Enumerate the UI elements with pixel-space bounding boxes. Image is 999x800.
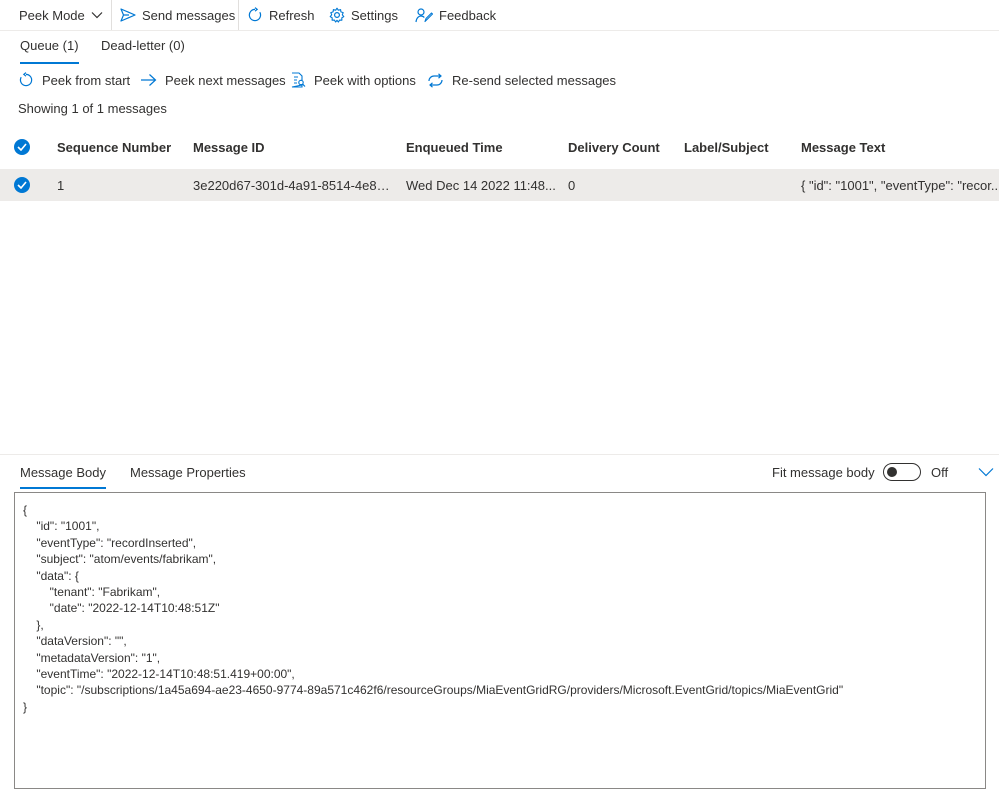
send-messages-label: Send messages xyxy=(142,7,236,23)
json-line: "metadataVersion": "1", xyxy=(23,650,161,665)
column-header-sequence-number[interactable]: Sequence Number xyxy=(57,140,171,155)
refresh-label: Refresh xyxy=(269,7,315,23)
json-line: "subject": "atom/events/fabrikam", xyxy=(23,552,217,567)
arrow-right-icon xyxy=(140,73,157,87)
document-search-icon xyxy=(290,72,306,88)
divider xyxy=(238,0,239,30)
gear-icon xyxy=(329,7,345,23)
json-line: "id": "1001", xyxy=(23,519,100,534)
peek-mode-label: Peek Mode xyxy=(19,7,85,23)
fit-message-body-label: Fit message body xyxy=(772,465,875,480)
peek-with-options-label: Peek with options xyxy=(314,72,416,88)
refresh-button[interactable]: Refresh xyxy=(247,0,315,30)
json-line: "data": { xyxy=(23,568,79,583)
checkmark-icon xyxy=(17,143,27,151)
peek-from-start-label: Peek from start xyxy=(42,72,131,88)
json-line: } xyxy=(23,699,28,714)
select-all-checkbox[interactable] xyxy=(14,139,30,155)
feedback-button[interactable]: Feedback xyxy=(415,0,496,30)
table-row[interactable]: 1 3e220d67-301d-4a91-8514-4e8c... Wed De… xyxy=(0,169,999,201)
peek-from-start-button[interactable]: Peek from start xyxy=(18,69,130,91)
peek-with-options-button[interactable]: Peek with options xyxy=(290,69,416,91)
message-count-text: Showing 1 of 1 messages xyxy=(18,101,167,116)
row-checkbox[interactable] xyxy=(14,177,30,193)
settings-button[interactable]: Settings xyxy=(329,0,398,30)
peek-next-button[interactable]: Peek next messages xyxy=(140,69,286,91)
feedback-icon xyxy=(415,7,433,23)
message-body-viewer[interactable]: { "id": "1001", "eventType": "recordInse… xyxy=(14,492,986,789)
column-header-delivery-count[interactable]: Delivery Count xyxy=(568,140,660,155)
cell-enqueued-time: Wed Dec 14 2022 11:48... xyxy=(406,178,556,193)
tab-dead-letter[interactable]: Dead-letter (0) xyxy=(101,38,185,62)
tab-message-properties-label: Message Properties xyxy=(130,465,246,480)
peek-next-label: Peek next messages xyxy=(165,72,286,88)
fit-message-body-toggle[interactable] xyxy=(883,463,921,481)
feedback-label: Feedback xyxy=(439,7,497,23)
command-bar: Peek Mode Send messages Refresh Settings xyxy=(0,0,999,31)
cell-message-text: { "id": "1001", "eventType": "recor... xyxy=(801,178,997,193)
checkmark-icon xyxy=(17,181,27,189)
tab-message-body-label: Message Body xyxy=(20,465,106,480)
tab-queue[interactable]: Queue (1) xyxy=(20,38,79,64)
cell-message-id: 3e220d67-301d-4a91-8514-4e8c... xyxy=(193,178,393,193)
column-header-message-text[interactable]: Message Text xyxy=(801,140,885,155)
cell-sequence-number: 1 xyxy=(57,178,65,193)
send-icon xyxy=(120,8,136,22)
toggle-knob xyxy=(887,467,897,477)
tab-message-properties[interactable]: Message Properties xyxy=(130,465,246,487)
tab-message-body[interactable]: Message Body xyxy=(20,465,106,489)
json-line: "eventTime": "2022-12-14T10:48:51.419+00… xyxy=(23,667,295,682)
message-body-content: { "id": "1001", "eventType": "recordInse… xyxy=(23,502,977,715)
column-header-enqueued-time[interactable]: Enqueued Time xyxy=(406,140,503,155)
collapse-panel-button[interactable] xyxy=(978,467,994,477)
chevron-down-icon xyxy=(91,11,103,19)
refresh-icon xyxy=(247,7,263,23)
divider xyxy=(111,0,112,30)
json-line: "eventType": "recordInserted", xyxy=(23,535,197,550)
send-messages-button[interactable]: Send messages xyxy=(120,0,235,30)
settings-label: Settings xyxy=(351,7,398,23)
json-line: "date": "2022-12-14T10:48:51Z" xyxy=(23,601,220,616)
resend-selected-button[interactable]: Re-send selected messages xyxy=(427,69,616,91)
tab-queue-label: Queue (1) xyxy=(20,38,79,53)
json-line: { xyxy=(23,503,28,517)
panel-divider xyxy=(0,454,999,455)
toggle-state-label: Off xyxy=(931,465,949,480)
cell-delivery-count: 0 xyxy=(568,178,576,193)
json-line: "topic": "/subscriptions/1a45a694-ae23-4… xyxy=(23,683,844,698)
resend-selected-label: Re-send selected messages xyxy=(452,72,617,88)
restart-icon xyxy=(18,72,34,88)
chevron-down-icon xyxy=(978,467,994,477)
json-line: "dataVersion": "", xyxy=(23,634,127,649)
tab-dead-letter-label: Dead-letter (0) xyxy=(101,38,185,53)
column-header-label-subject[interactable]: Label/Subject xyxy=(684,140,769,155)
resend-icon xyxy=(427,72,444,88)
peek-mode-dropdown[interactable]: Peek Mode xyxy=(19,0,103,30)
json-line: }, xyxy=(23,617,44,632)
column-header-message-id[interactable]: Message ID xyxy=(193,140,265,155)
json-line: "tenant": "Fabrikam", xyxy=(23,585,161,600)
